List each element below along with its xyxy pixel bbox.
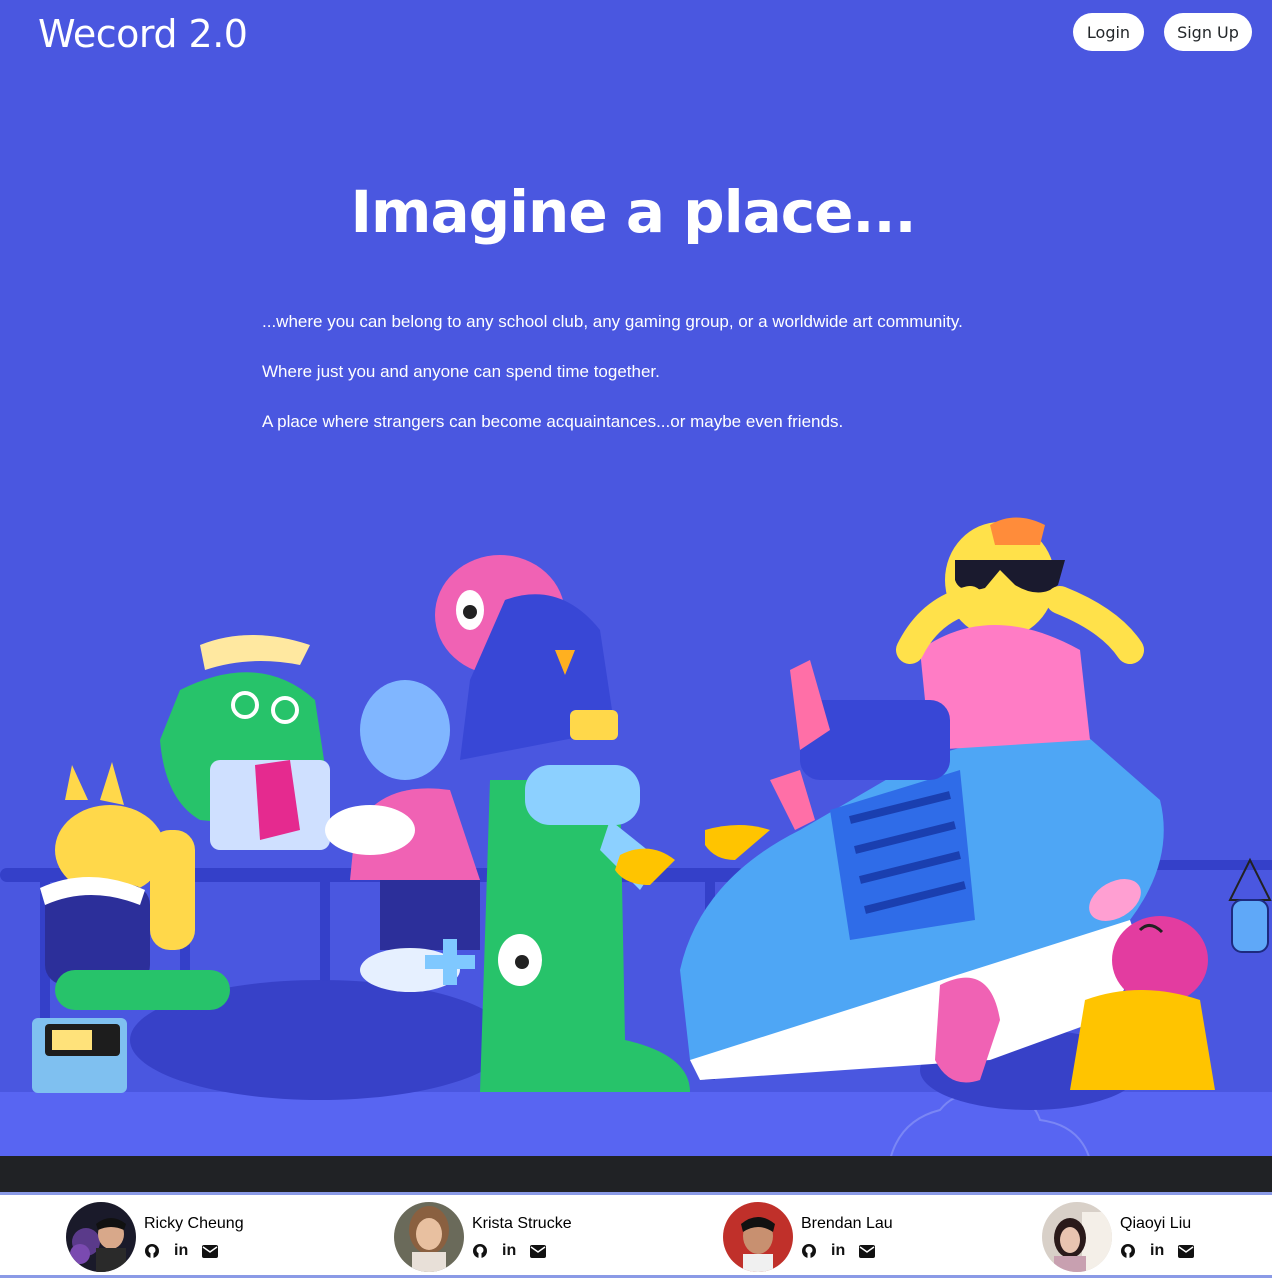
avatar [1042, 1202, 1112, 1272]
login-button[interactable]: Login [1073, 13, 1144, 51]
avatar [723, 1202, 793, 1272]
email-icon[interactable] [202, 1244, 219, 1258]
email-icon[interactable] [530, 1244, 547, 1258]
github-icon[interactable] [472, 1243, 488, 1259]
github-icon[interactable] [1120, 1243, 1136, 1259]
member-name: Qiaoyi Liu [1120, 1215, 1192, 1232]
top-nav: Wecord 2.0 Login Sign Up [0, 0, 1272, 80]
linkedin-icon[interactable]: in [502, 1242, 516, 1260]
team-footer: Ricky Cheung in Krista Strucke in Brenda… [0, 1192, 1272, 1278]
team-member-card: Ricky Cheung in [66, 1201, 244, 1273]
team-member-card: Brendan Lau in [723, 1201, 893, 1273]
hero-line: A place where strangers can become acqua… [262, 412, 844, 431]
team-member-card: Qiaoyi Liu in [1042, 1201, 1195, 1273]
hero-illustration [0, 500, 1272, 1160]
footer-divider [0, 1156, 1272, 1192]
sign-up-button[interactable]: Sign Up [1164, 13, 1252, 51]
team-member-card: Krista Strucke in [394, 1201, 572, 1273]
hero-copy: ...where you can belong to any school cl… [262, 312, 1062, 462]
linkedin-icon[interactable]: in [1150, 1242, 1164, 1260]
member-name: Ricky Cheung [144, 1215, 244, 1232]
site-logo[interactable]: Wecord 2.0 [38, 12, 248, 56]
hero-line: ...where you can belong to any school cl… [262, 312, 963, 331]
email-icon[interactable] [859, 1244, 876, 1258]
hero-title: Imagine a place... [350, 178, 916, 246]
hero-line: Where just you and anyone can spend time… [262, 362, 660, 381]
linkedin-icon[interactable]: in [831, 1242, 845, 1260]
github-icon[interactable] [144, 1243, 160, 1259]
member-name: Brendan Lau [801, 1215, 893, 1232]
avatar [394, 1202, 464, 1272]
member-name: Krista Strucke [472, 1215, 572, 1232]
email-icon[interactable] [1178, 1244, 1195, 1258]
github-icon[interactable] [801, 1243, 817, 1259]
linkedin-icon[interactable]: in [174, 1242, 188, 1260]
avatar [66, 1202, 136, 1272]
